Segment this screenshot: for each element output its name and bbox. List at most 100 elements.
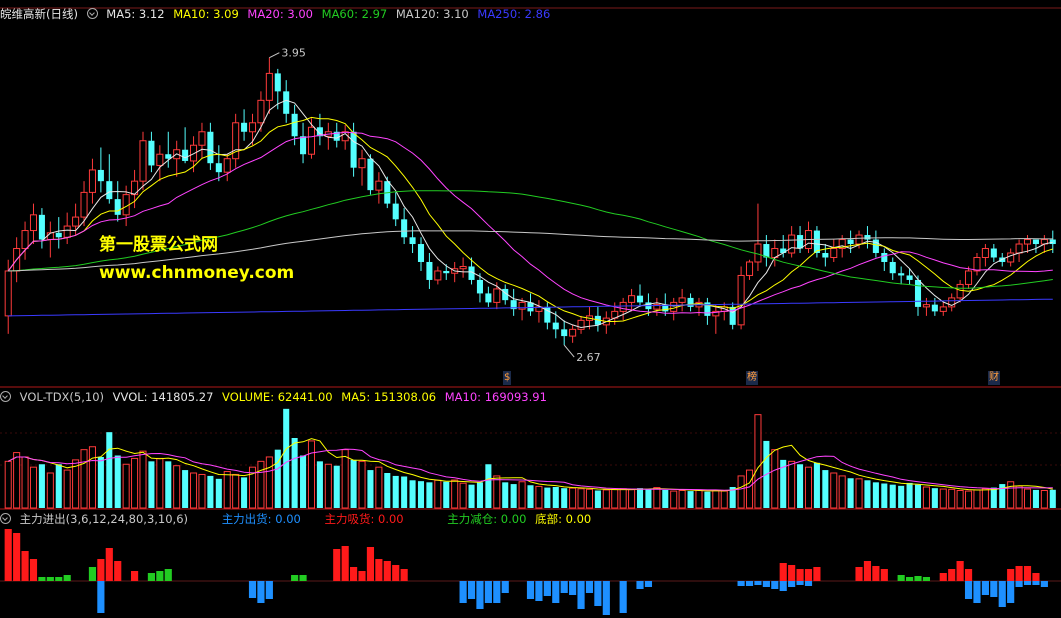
volume-ma10-line bbox=[7, 448, 1053, 491]
candle-body-up bbox=[80, 191, 88, 218]
buy-bar bbox=[400, 569, 408, 581]
event-marker-finance[interactable]: 财 bbox=[988, 371, 1000, 385]
volume-bar-up bbox=[670, 490, 678, 509]
volume-bar-down bbox=[797, 464, 804, 508]
volume-bar-down bbox=[182, 470, 189, 508]
sell-bar bbox=[796, 581, 804, 585]
candle-body-up bbox=[434, 270, 442, 281]
sell-bar bbox=[619, 581, 627, 613]
candle-body-up bbox=[248, 122, 257, 133]
volume-bar-up bbox=[628, 489, 636, 509]
volume-bar-up bbox=[493, 475, 501, 509]
volume-bar-up bbox=[948, 488, 956, 509]
volume-bar-down bbox=[401, 476, 408, 508]
reduce-bar bbox=[164, 569, 172, 581]
high-price-label-pointer bbox=[269, 52, 280, 59]
volume-bar-up bbox=[788, 460, 796, 509]
buy-bar bbox=[366, 547, 375, 581]
toggle-circle-icon[interactable] bbox=[86, 8, 98, 19]
buy-bar bbox=[392, 565, 400, 581]
vol-title[interactable]: VOL-TDX(5,10) bbox=[20, 390, 104, 404]
candle-body-down bbox=[401, 219, 408, 238]
volume-bar-down bbox=[316, 461, 323, 508]
volume-bar-up bbox=[223, 471, 231, 509]
sell-bar bbox=[552, 581, 560, 603]
volume-bar-up bbox=[745, 469, 754, 509]
volume-bar-up bbox=[324, 463, 332, 509]
candle-body-up bbox=[198, 131, 206, 146]
candle-body-down bbox=[822, 253, 829, 258]
volume-bar-up bbox=[754, 414, 762, 509]
candle-body-up bbox=[569, 328, 577, 337]
volume-bar-down bbox=[662, 489, 669, 508]
ma60-label: MA60: 2.97 bbox=[321, 7, 388, 21]
volume-bar-up bbox=[122, 463, 130, 509]
toggle-circle-icon[interactable] bbox=[0, 513, 11, 524]
buy-bar bbox=[114, 561, 122, 581]
buy-bar bbox=[21, 551, 29, 581]
candle-body-up bbox=[1015, 243, 1023, 254]
sell-bar bbox=[594, 581, 602, 606]
event-marker-dollar[interactable]: $ bbox=[503, 371, 512, 385]
stock-title[interactable]: 皖维高新(日线) bbox=[0, 7, 78, 21]
candle-body-up bbox=[855, 234, 863, 245]
candle-body-up bbox=[156, 153, 164, 166]
volume-bar-up bbox=[712, 490, 720, 509]
candle-body-down bbox=[97, 169, 104, 182]
candle-body-up bbox=[745, 261, 754, 276]
volume-bar-up bbox=[922, 486, 930, 509]
candle-body-up bbox=[678, 297, 686, 303]
candle-body-down bbox=[847, 239, 854, 245]
candle-body-up bbox=[63, 225, 71, 238]
volume-bar-up bbox=[21, 456, 29, 509]
volume-bar-up bbox=[358, 460, 366, 509]
volume-bar-up bbox=[1040, 490, 1048, 509]
volume-bar-up bbox=[577, 488, 585, 509]
volume-bar-down bbox=[148, 461, 155, 508]
indicator-title[interactable]: 主力进出(3,6,12,24,80,3,10,6) bbox=[20, 512, 188, 526]
sell-bar bbox=[535, 581, 543, 601]
candle-body-up bbox=[257, 99, 265, 124]
volume-bar-down bbox=[552, 487, 559, 508]
sell-bar bbox=[467, 581, 476, 599]
volume-bar-up bbox=[771, 449, 779, 509]
candle-body-down bbox=[1049, 239, 1056, 245]
buy-bar bbox=[779, 563, 787, 581]
volume-bar-down bbox=[527, 485, 534, 508]
toggle-circle-icon[interactable] bbox=[0, 391, 11, 402]
candle-body-down bbox=[215, 163, 222, 173]
buy-bar bbox=[383, 561, 391, 581]
sell-bar bbox=[602, 581, 610, 615]
candle-body-down bbox=[906, 275, 913, 280]
candle-body-down bbox=[552, 322, 559, 330]
reduce-bar bbox=[905, 577, 914, 581]
reduce-bar bbox=[88, 567, 97, 581]
buy-bar bbox=[358, 571, 366, 581]
volume-bar-down bbox=[704, 491, 711, 508]
candle-body-up bbox=[956, 283, 964, 299]
volume-bar-down bbox=[38, 464, 45, 508]
volume-bar-up bbox=[804, 466, 813, 509]
volume-bar-down bbox=[55, 464, 62, 508]
volume-bar-down bbox=[864, 480, 871, 508]
volume-bar-down bbox=[898, 485, 905, 508]
sell-bar bbox=[771, 581, 779, 589]
volume-bar-down bbox=[931, 488, 938, 508]
volume-bar-up bbox=[63, 469, 71, 509]
event-marker-list[interactable]: 榜 bbox=[746, 371, 758, 385]
sell-bar bbox=[1032, 581, 1040, 585]
candle-body-down bbox=[813, 230, 820, 254]
sell-bar bbox=[788, 581, 796, 587]
volume-bar-up bbox=[139, 450, 147, 509]
buy-bar bbox=[855, 567, 863, 581]
ma10-line bbox=[7, 116, 1053, 322]
volume-bar-down bbox=[636, 488, 644, 508]
candle-body-up bbox=[21, 230, 29, 250]
candle-body-up bbox=[307, 126, 316, 155]
sell-bar bbox=[998, 581, 1006, 607]
watermark-url: www.chnmoney.com bbox=[99, 263, 295, 283]
bottom-label: 底部: 0.00 bbox=[535, 512, 592, 526]
volume-bar-down bbox=[847, 478, 854, 508]
volume-bar-down bbox=[872, 482, 879, 508]
candle-body-up bbox=[29, 214, 38, 232]
